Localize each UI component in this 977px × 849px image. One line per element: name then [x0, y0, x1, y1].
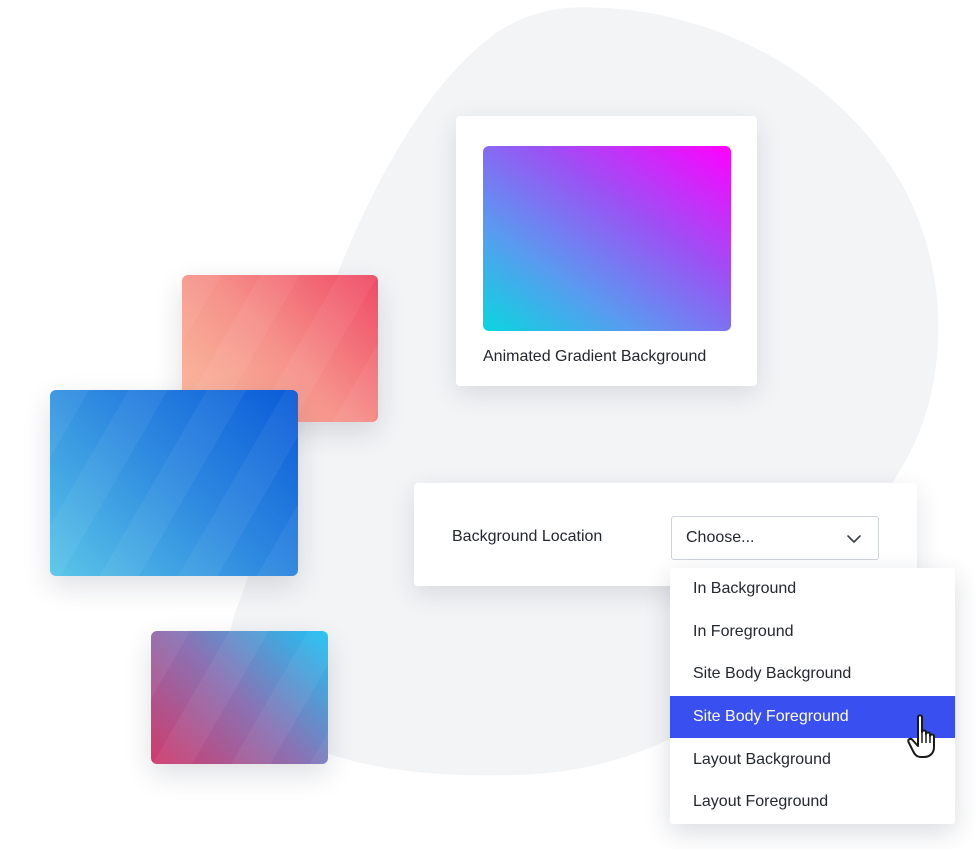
preview-caption: Animated Gradient Background — [483, 348, 707, 365]
gradient-tile-blue — [50, 390, 298, 576]
gradient-preview-card: Animated Gradient Background — [456, 116, 757, 386]
gradient-tile-pink — [151, 631, 328, 764]
background-location-select[interactable]: Choose... — [671, 516, 879, 560]
gradient-preview-swatch — [483, 146, 731, 331]
background-location-dropdown: In Background In Foreground Site Body Ba… — [670, 568, 955, 824]
background-location-label: Background Location — [452, 528, 603, 545]
option-layout-foreground[interactable]: Layout Foreground — [670, 781, 955, 823]
select-value: Choose... — [686, 529, 755, 546]
chevron-down-icon — [847, 535, 861, 543]
option-site-body-background[interactable]: Site Body Background — [670, 653, 955, 695]
hand-pointer-icon — [907, 714, 935, 758]
option-in-foreground[interactable]: In Foreground — [670, 611, 955, 653]
option-in-background[interactable]: In Background — [670, 568, 955, 610]
